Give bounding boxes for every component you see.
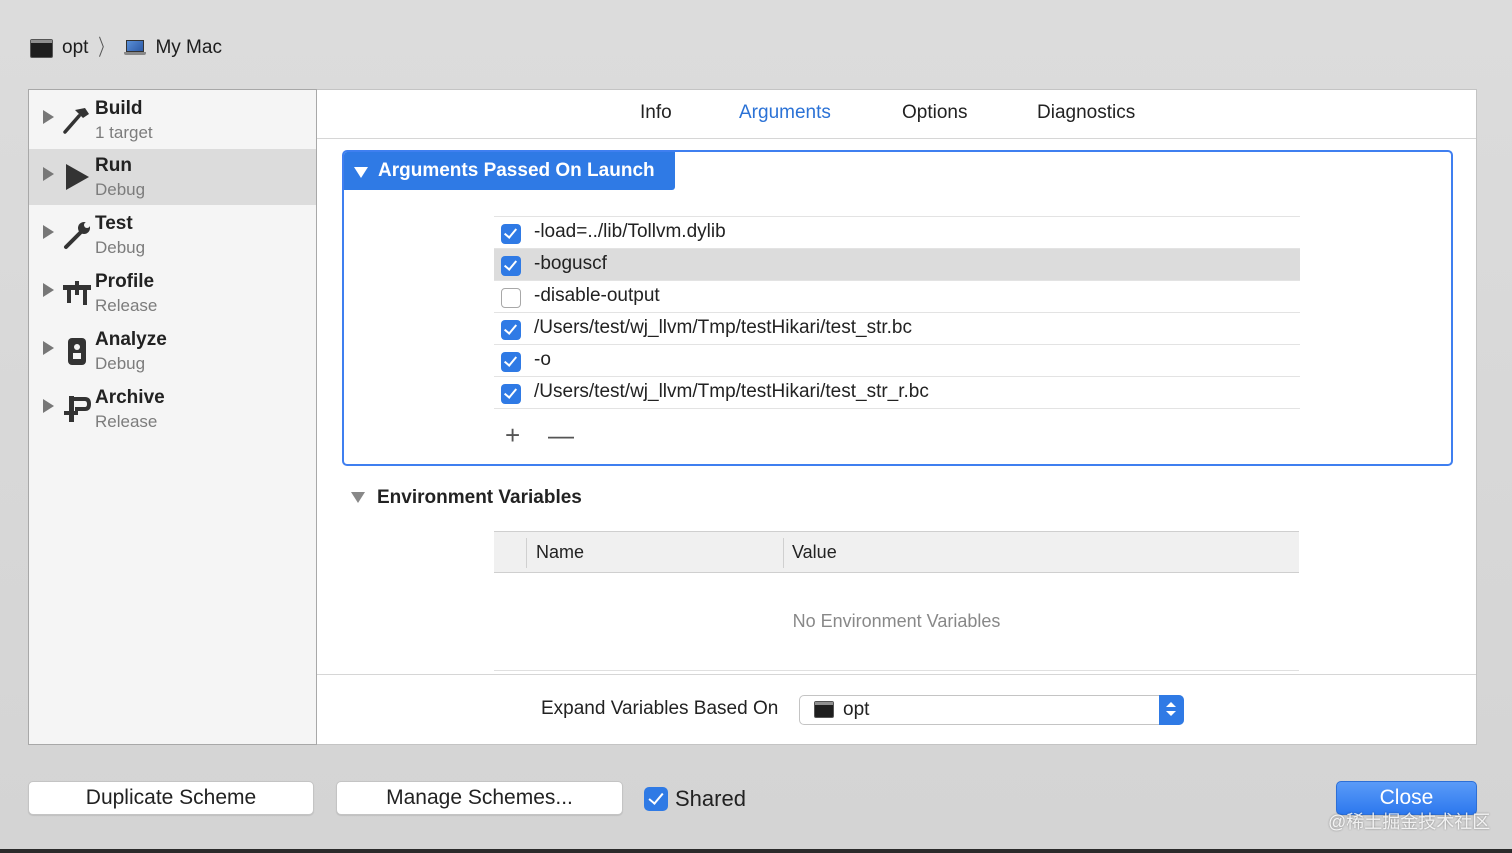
sidebar-item-run[interactable]: Run Debug bbox=[29, 149, 316, 205]
sidebar-item-archive[interactable]: Archive Release bbox=[29, 381, 316, 437]
select-value: opt bbox=[843, 699, 870, 720]
list-item[interactable]: -o bbox=[494, 345, 1300, 377]
watermark: @稀土掘金技术社区 bbox=[1328, 812, 1491, 832]
sidebar-item-sublabel: Debug bbox=[95, 238, 146, 257]
disclosure-triangle-icon[interactable] bbox=[43, 225, 54, 239]
expand-variables-select[interactable]: opt bbox=[799, 695, 1184, 725]
play-icon bbox=[66, 164, 89, 190]
arguments-list: -load=../lib/Tollvm.dylib -boguscf -disa… bbox=[494, 216, 1300, 409]
disclosure-triangle-icon[interactable] bbox=[43, 110, 54, 124]
hammer-icon bbox=[63, 108, 89, 134]
list-item[interactable]: -disable-output bbox=[494, 281, 1300, 313]
sidebar-item-sublabel: Release bbox=[95, 412, 158, 431]
disclosure-triangle-icon[interactable] bbox=[354, 167, 368, 178]
argument-checkbox[interactable] bbox=[501, 320, 521, 340]
laptop-icon bbox=[124, 40, 147, 56]
sidebar-item-test[interactable]: Test Debug bbox=[29, 207, 316, 263]
manage-schemes-button[interactable]: Manage Schemes... bbox=[336, 781, 623, 815]
sidebar-item-sublabel: 1 target bbox=[95, 123, 153, 142]
argument-text[interactable]: /Users/test/wj_llvm/Tmp/testHikari/test_… bbox=[534, 381, 929, 403]
sidebar-item-sublabel: Debug bbox=[95, 180, 146, 199]
shared-checkbox[interactable] bbox=[644, 787, 668, 811]
disclosure-triangle-icon[interactable] bbox=[43, 167, 54, 181]
list-item[interactable]: /Users/test/wj_llvm/Tmp/testHikari/test_… bbox=[494, 313, 1300, 345]
column-divider bbox=[783, 538, 784, 568]
add-argument-button[interactable]: + bbox=[505, 422, 520, 448]
environment-section-title[interactable]: Environment Variables bbox=[377, 487, 582, 509]
terminal-icon bbox=[814, 701, 834, 718]
list-item[interactable]: -boguscf bbox=[494, 249, 1300, 281]
sidebar-item-label: Test bbox=[95, 213, 133, 234]
sidebar-item-label: Build bbox=[95, 98, 143, 119]
scheme-actions-sidebar: Build 1 target Run Debug Test Debug Prof… bbox=[28, 89, 317, 745]
sidebar-item-analyze[interactable]: Analyze Debug bbox=[29, 323, 316, 379]
remove-argument-button[interactable]: — bbox=[548, 422, 574, 448]
expand-variables-bar: Expand Variables Based On opt bbox=[317, 674, 1476, 745]
table-header: Name Value bbox=[494, 531, 1299, 573]
list-item[interactable]: /Users/test/wj_llvm/Tmp/testHikari/test_… bbox=[494, 377, 1300, 409]
terminal-icon bbox=[30, 38, 53, 58]
argument-text[interactable]: /Users/test/wj_llvm/Tmp/testHikari/test_… bbox=[534, 317, 912, 339]
sidebar-item-label: Run bbox=[95, 155, 132, 176]
argument-checkbox[interactable] bbox=[501, 352, 521, 372]
chevron-up-down-icon[interactable] bbox=[1159, 695, 1184, 725]
expand-variables-label: Expand Variables Based On bbox=[541, 698, 779, 719]
argument-text[interactable]: -disable-output bbox=[534, 285, 660, 307]
tab-options[interactable]: Options bbox=[902, 102, 967, 124]
wrench-icon bbox=[64, 222, 90, 249]
argument-text[interactable]: -o bbox=[534, 349, 551, 371]
disclosure-triangle-icon[interactable] bbox=[351, 492, 365, 503]
column-divider bbox=[526, 538, 527, 568]
sidebar-item-label: Analyze bbox=[95, 329, 167, 350]
tab-arguments[interactable]: Arguments bbox=[739, 102, 831, 124]
list-item[interactable]: -load=../lib/Tollvm.dylib bbox=[494, 217, 1300, 249]
arguments-section: Arguments Passed On Launch -load=../lib/… bbox=[342, 150, 1453, 466]
empty-state-text: No Environment Variables bbox=[792, 611, 1001, 631]
argument-checkbox[interactable] bbox=[501, 384, 521, 404]
arguments-section-title: Arguments Passed On Launch bbox=[378, 160, 655, 181]
sidebar-item-sublabel: Release bbox=[95, 296, 158, 315]
breadcrumb: opt 〉 My Mac bbox=[30, 34, 222, 62]
argument-text[interactable]: -load=../lib/Tollvm.dylib bbox=[534, 221, 726, 243]
disclosure-triangle-icon[interactable] bbox=[43, 283, 54, 297]
tab-info[interactable]: Info bbox=[640, 102, 672, 124]
breadcrumb-destination[interactable]: My Mac bbox=[155, 37, 222, 59]
disclosure-triangle-icon[interactable] bbox=[43, 399, 54, 413]
window-bottom-edge bbox=[0, 849, 1512, 853]
tab-diagnostics[interactable]: Diagnostics bbox=[1037, 102, 1135, 124]
environment-table: Name Value No Environment Variables bbox=[494, 531, 1299, 671]
breadcrumb-project[interactable]: opt bbox=[62, 37, 88, 59]
argument-checkbox[interactable] bbox=[501, 224, 521, 244]
column-header-name[interactable]: Name bbox=[536, 542, 584, 563]
tab-bar: Info Arguments Options Diagnostics bbox=[317, 90, 1476, 139]
archive-icon bbox=[64, 396, 92, 422]
scheme-editor-panel: Info Arguments Options Diagnostics Argum… bbox=[317, 89, 1477, 745]
argument-checkbox[interactable] bbox=[501, 288, 521, 308]
argument-checkbox[interactable] bbox=[501, 256, 521, 276]
chevron-right-icon: 〉 bbox=[98, 35, 113, 60]
gauge-icon bbox=[63, 281, 91, 305]
arguments-section-header[interactable]: Arguments Passed On Launch bbox=[344, 152, 675, 190]
duplicate-scheme-button[interactable]: Duplicate Scheme bbox=[28, 781, 314, 815]
sidebar-item-sublabel: Debug bbox=[95, 354, 146, 373]
disclosure-triangle-icon[interactable] bbox=[43, 341, 54, 355]
sidebar-item-profile[interactable]: Profile Release bbox=[29, 265, 316, 321]
argument-text[interactable]: -boguscf bbox=[534, 253, 607, 275]
sidebar-item-build[interactable]: Build 1 target bbox=[29, 92, 316, 148]
sidebar-item-label: Archive bbox=[95, 387, 165, 408]
analyze-icon bbox=[68, 338, 86, 365]
column-header-value[interactable]: Value bbox=[792, 542, 837, 563]
shared-label[interactable]: Shared bbox=[675, 786, 746, 812]
sidebar-item-label: Profile bbox=[95, 271, 155, 292]
